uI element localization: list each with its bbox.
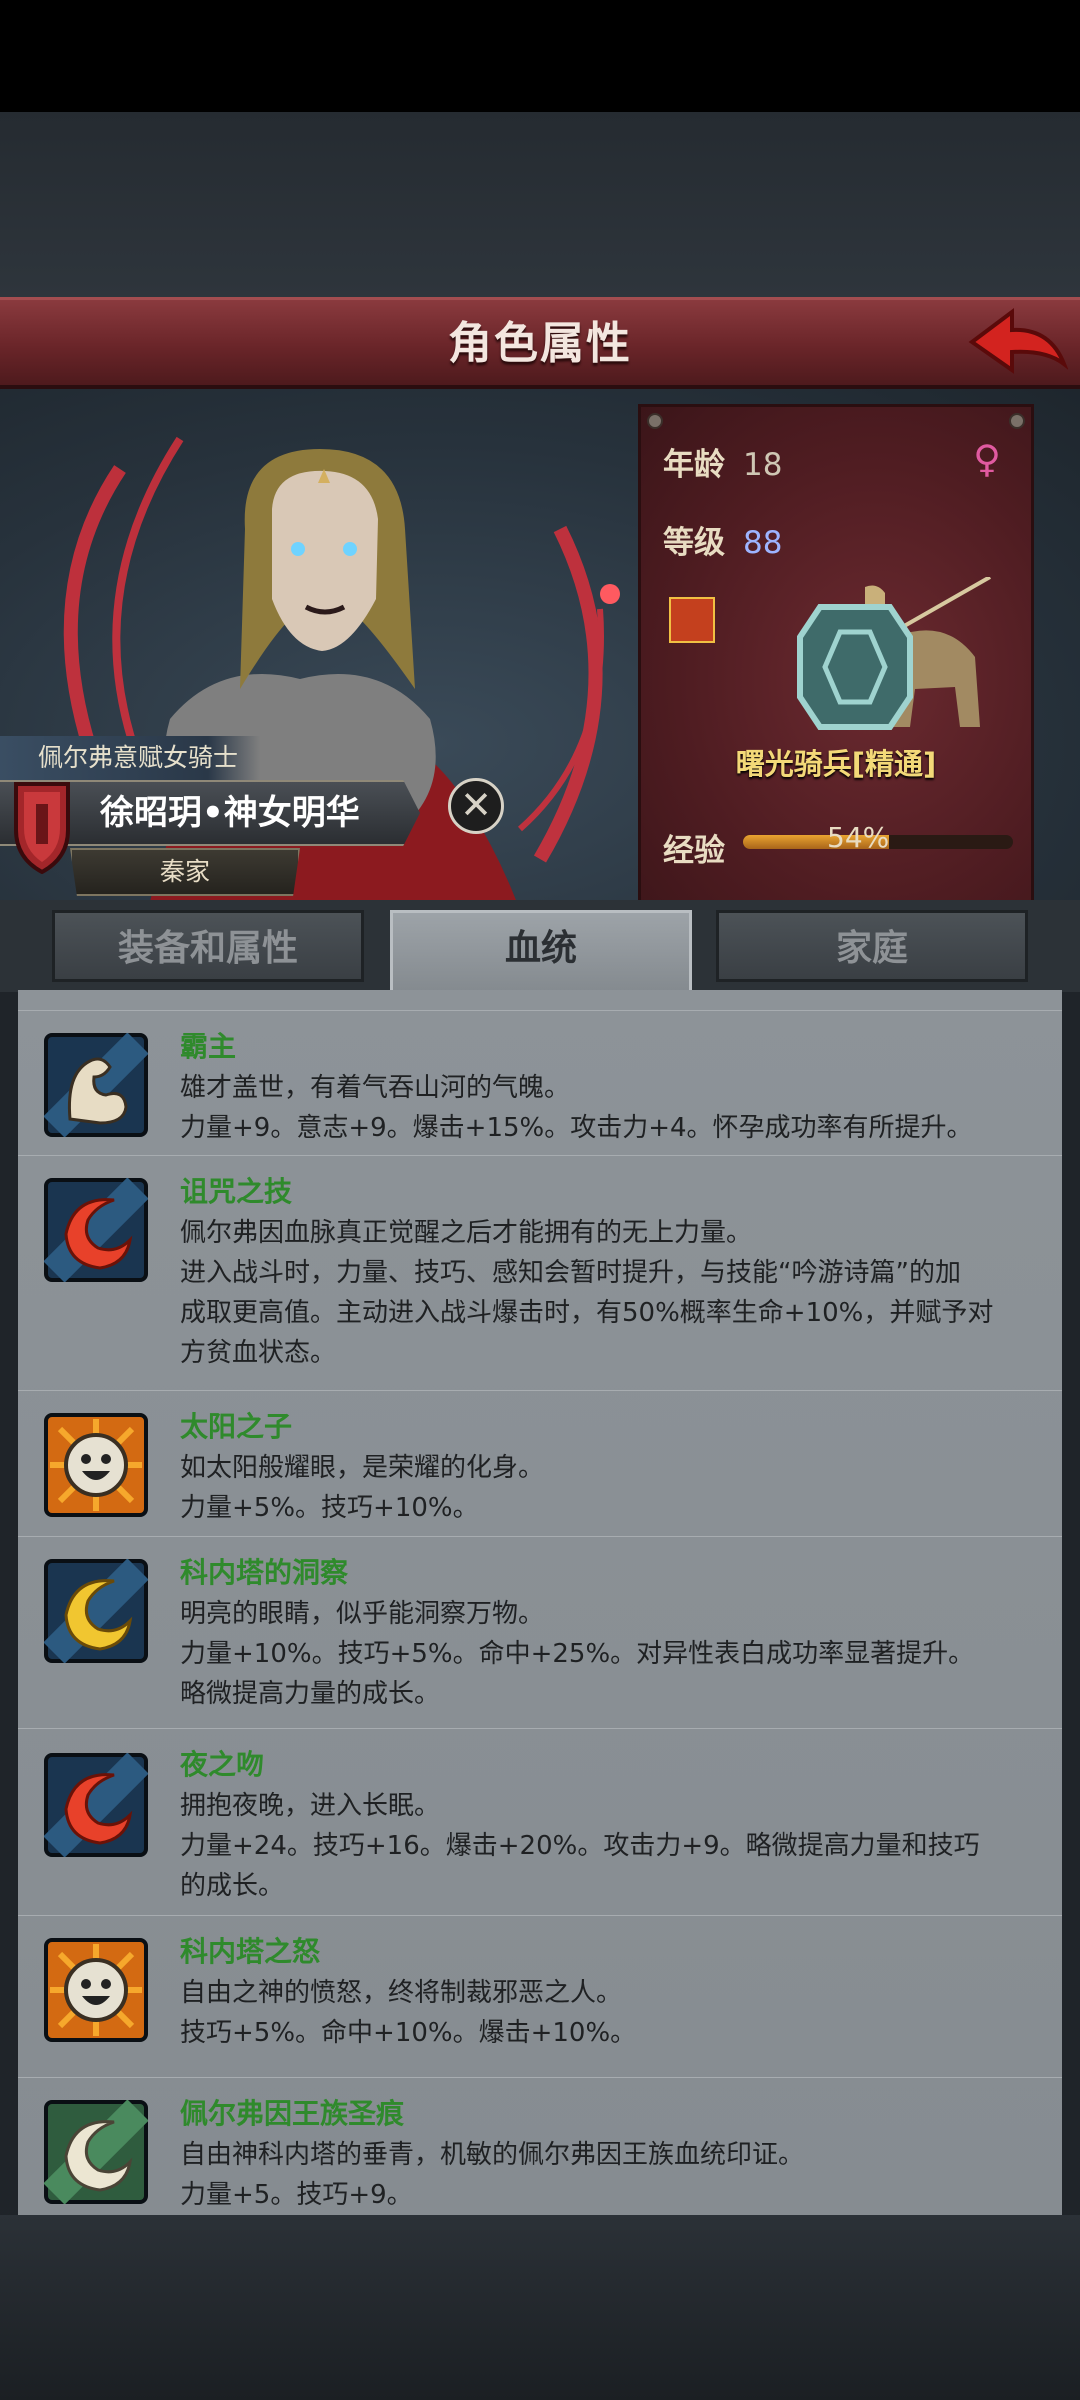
age-label: 年龄 — [663, 447, 725, 483]
shield-icon — [14, 782, 70, 874]
cavalry-unit-icon — [797, 577, 991, 730]
trait-description-line: 力量+9。意志+9。爆击+15%。攻击力+4。怀孕成功率有所提升。 — [180, 1113, 973, 1143]
exp-percent: 54% — [827, 821, 890, 854]
character-subtitle: 佩尔弗意赋女骑士 — [0, 736, 260, 780]
trait-description-line: 力量+5。技巧+9。 — [180, 2180, 413, 2210]
trait-item[interactable]: 太阳之子如太阳般耀眼，是荣耀的化身。 力量+5%。技巧+10%。 — [18, 1390, 1062, 1531]
red-crescent-icon — [44, 1178, 148, 1282]
age-value: 18 — [743, 447, 783, 483]
trait-description-line: 成取更高值。主动进入战斗爆击时，有50%概率生命+10%，并赋予对 — [180, 1298, 994, 1328]
status-bar — [0, 0, 1080, 112]
trait-description-line: 自由神科内塔的垂青，机敏的佩尔弗因王族血统印证。 — [180, 2140, 805, 2170]
trait-description-line: 进入战斗时，力量、技巧、感知会暂时提升，与技能“吟游诗篇”的加 — [180, 1258, 961, 1288]
trait-item[interactable]: 夜之吻拥抱夜晚，进入长眠。力量+24。技巧+16。爆击+20%。攻击力+9。略微… — [18, 1728, 1062, 1909]
trait-description-line: 方贫血状态。 — [180, 1338, 337, 1368]
trait-description-line: 略微提高力量的成长。 — [180, 1679, 441, 1709]
red-crescent-icon — [44, 1753, 148, 1857]
trait-name: 诅咒之技 — [180, 1175, 293, 1208]
tab-family[interactable]: 家庭 — [716, 910, 1028, 982]
trait-description-line: 明亮的眼睛，似乎能洞察万物。 — [180, 1599, 545, 1629]
female-gender-icon: ♀ — [973, 437, 1001, 481]
close-icon[interactable]: ✕ — [448, 778, 504, 834]
trait-description-line: 如太阳般耀眼，是荣耀的化身。 — [180, 1453, 545, 1483]
bloodline-list[interactable]: 霸主雄才盖世，有着气吞山河的气魄。力量+9。意志+9。爆击+15%。攻击力+4。… — [18, 990, 1062, 2215]
white-crescent-icon — [44, 2100, 148, 2204]
trait-item[interactable]: 佩尔弗因王族圣痕自由神科内塔的垂青，机敏的佩尔弗因王族血统印证。 力量+5。技巧+… — [18, 2077, 1062, 2215]
trait-description-line: 的成长。 — [180, 1871, 285, 1901]
trait-description-line: 佩尔弗因血脉真正觉醒之后才能拥有的无上力量。 — [180, 1218, 753, 1248]
trait-item[interactable]: 霸主雄才盖世，有着气吞山河的气魄。力量+9。意志+9。爆击+15%。攻击力+4。… — [18, 1010, 1062, 1151]
gold-crescent-icon — [44, 1559, 148, 1663]
background-lower — [0, 2215, 1080, 2400]
stat-card: 年龄 18 ♀ 等级 88 曙光骑兵[精通] 经验 54% — [638, 404, 1034, 904]
trait-name: 太阳之子 — [180, 1410, 293, 1443]
character-name: 徐昭玥•神女明华 — [100, 793, 360, 833]
trait-item[interactable]: 科内塔的洞察明亮的眼睛，似乎能洞察万物。力量+10%。技巧+5%。命中+25%。… — [18, 1536, 1062, 1717]
trait-name: 霸主 — [180, 1030, 237, 1063]
level-label: 等级 — [663, 525, 725, 561]
sun-face-icon — [44, 1938, 148, 2042]
trait-name: 科内塔之怒 — [180, 1935, 321, 1968]
family-name: 秦家 — [70, 848, 300, 896]
trait-description-line: 拥抱夜晚，进入长眠。 — [180, 1791, 441, 1821]
rivet — [1009, 413, 1025, 429]
rivet — [647, 413, 663, 429]
trait-item[interactable]: 科内塔之怒自由之神的愤怒，终将制裁邪恶之人。 技巧+5%。命中+10%。爆击+10… — [18, 1915, 1062, 2056]
tab-equipment[interactable]: 装备和属性 — [52, 910, 364, 982]
sun-face-icon — [44, 1413, 148, 1517]
level-row: 等级 88 — [663, 517, 782, 562]
tab-bloodline[interactable]: 血统 — [390, 910, 692, 992]
flexing-arm-icon — [44, 1033, 148, 1137]
trait-name: 佩尔弗因王族圣痕 — [180, 2097, 405, 2130]
trait-description-line: 自由之神的愤怒，终将制裁邪恶之人。 — [180, 1978, 623, 2008]
trait-name: 夜之吻 — [180, 1748, 265, 1781]
trait-description-line: 力量+5%。技巧+10%。 — [180, 1493, 479, 1523]
trait-description-line: 力量+24。技巧+16。爆击+20%。攻击力+9。略微提高力量和技巧 — [180, 1831, 980, 1861]
trait-description-line: 雄才盖世，有着气吞山河的气魄。 — [180, 1073, 571, 1103]
level-value: 88 — [743, 525, 783, 561]
exp-label: 经验 — [663, 833, 725, 869]
unit-badge-icon[interactable] — [669, 597, 715, 643]
trait-description-line: 力量+10%。技巧+5%。命中+25%。对异性表白成功率显著提升。 — [180, 1639, 975, 1669]
age-row: 年龄 18 — [663, 439, 782, 484]
page-title: 角色属性 — [448, 318, 632, 369]
trait-name: 科内塔的洞察 — [180, 1556, 349, 1589]
trait-item[interactable]: 诅咒之技佩尔弗因血脉真正觉醒之后才能拥有的无上力量。进入战斗时，力量、技巧、感知… — [18, 1155, 1062, 1376]
background-upper — [0, 112, 1080, 297]
back-arrow-icon[interactable] — [968, 306, 1068, 382]
trait-description-line: 技巧+5%。命中+10%。爆击+10%。 — [180, 2018, 637, 2048]
class-name: 曙光骑兵[精通] — [735, 747, 937, 781]
header-bar: 角色属性 — [0, 297, 1080, 389]
